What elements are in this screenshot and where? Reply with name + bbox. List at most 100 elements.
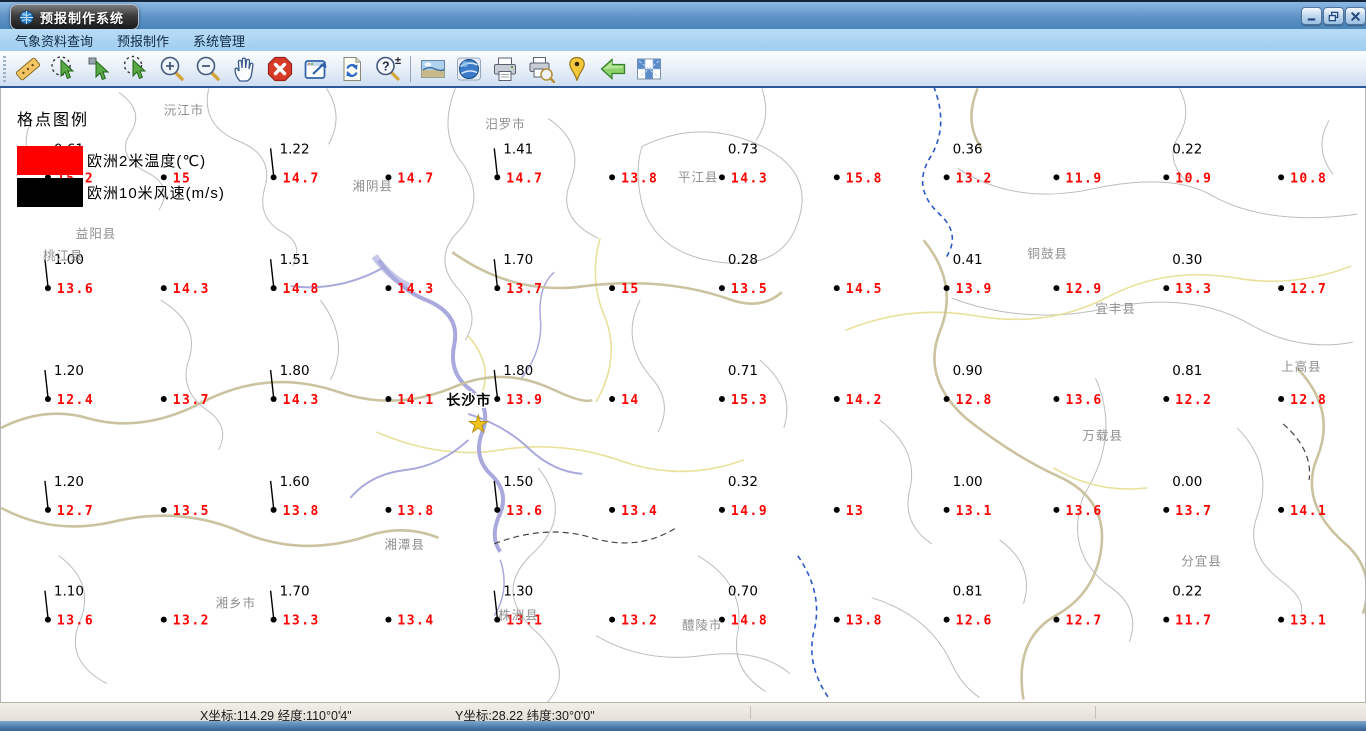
wind-barb xyxy=(44,369,49,398)
full-extent-window-icon xyxy=(304,59,327,79)
wind-speed-value: 0.00 xyxy=(1172,474,1202,490)
print-preview-icon xyxy=(529,56,555,83)
status-separator xyxy=(750,706,751,719)
refresh-page-icon xyxy=(343,56,361,81)
cancel-stop-button[interactable] xyxy=(262,53,298,85)
temperature-value: 14.7 xyxy=(283,171,320,186)
close-icon xyxy=(1351,11,1360,21)
select-arrow-button[interactable] xyxy=(82,53,118,85)
wind-speed-value: 1.50 xyxy=(503,474,533,490)
temperature-value: 11.9 xyxy=(1065,171,1102,186)
station-dot xyxy=(1053,285,1060,292)
grid-station: 15.8 xyxy=(833,171,881,186)
grid-station: 13.1 1.00 xyxy=(943,474,991,519)
temperature-value: 13.9 xyxy=(956,282,993,297)
grid-station: 12.7 xyxy=(1278,282,1326,297)
map-canvas[interactable]: 15.20.611514.71.2214.714.71.4113.814.30.… xyxy=(0,88,1366,702)
grid-station: 13.4 xyxy=(609,504,657,519)
wind-speed-value: 1.20 xyxy=(54,363,84,379)
station-dot xyxy=(943,506,950,513)
temperature-value: 13.5 xyxy=(173,504,210,519)
location-pin-button[interactable] xyxy=(559,53,595,85)
menu-forecast-production[interactable]: 预报制作 xyxy=(105,31,181,50)
city-label: 分宜县 xyxy=(1181,554,1221,569)
station-dot xyxy=(385,616,392,623)
restore-button[interactable] xyxy=(1323,7,1344,25)
select-lasso-button[interactable] xyxy=(118,53,154,85)
wind-speed-value: 0.36 xyxy=(953,141,983,157)
grid-station: 14.1 xyxy=(1278,504,1326,519)
insert-image-icon xyxy=(421,59,445,78)
grid-station: 13.8 1.60 xyxy=(269,474,318,519)
station-dot xyxy=(44,285,51,292)
wind-speed-value: 0.71 xyxy=(728,363,758,379)
temperature-value: 13.2 xyxy=(621,614,658,629)
zoom-in-button[interactable] xyxy=(154,53,190,85)
wind-speed-value: 0.90 xyxy=(953,363,983,379)
identify-query-icon: ± ? xyxy=(376,55,401,81)
menu-system-management[interactable]: 系统管理 xyxy=(181,31,257,50)
cancel-stop-icon xyxy=(267,56,293,81)
station-dot xyxy=(609,616,616,623)
grid-station: 12.8 xyxy=(1278,393,1326,408)
grid-station: 13.2 0.36 xyxy=(943,141,991,186)
grid-tiles-button[interactable] xyxy=(631,53,667,85)
capital-city-label: 长沙市 xyxy=(446,392,491,409)
grid-station: 13.7 xyxy=(160,393,208,408)
grid-station: 11.9 xyxy=(1053,171,1102,186)
app-title-tab[interactable]: 预报制作系统 xyxy=(10,4,140,30)
station-dot xyxy=(1278,395,1285,402)
grid-station: 13.1 xyxy=(1278,614,1327,629)
wind-speed-value: 0.30 xyxy=(1172,252,1202,268)
minimize-button[interactable] xyxy=(1301,7,1322,25)
pan-hand-button[interactable] xyxy=(226,53,262,85)
bottom-strip xyxy=(0,721,1366,731)
identify-query-button[interactable]: ± ? xyxy=(370,53,406,85)
full-extent-window-button[interactable] xyxy=(298,53,334,85)
select-by-circle-button[interactable] xyxy=(46,53,82,85)
back-arrow-button[interactable] xyxy=(595,53,631,85)
legend-title: 格点图例 xyxy=(17,112,90,129)
temperature-value: 14.3 xyxy=(731,171,768,186)
legend-swatch-temperature xyxy=(17,145,83,175)
toolbar-grip[interactable] xyxy=(3,55,6,82)
refresh-page-button[interactable] xyxy=(334,53,370,85)
temperature-value: 13.6 xyxy=(57,614,94,629)
station-dot xyxy=(494,285,501,292)
wind-speed-value: 0.41 xyxy=(953,252,983,268)
city-label: 万载县 xyxy=(1082,428,1122,443)
temperature-value: 13 xyxy=(846,504,865,519)
grid-station: 13.6 xyxy=(1053,393,1101,408)
globe-layer-button[interactable] xyxy=(451,53,487,85)
close-button[interactable] xyxy=(1345,7,1366,25)
city-label: 株洲县 xyxy=(498,608,538,623)
location-pin-icon xyxy=(569,56,585,81)
station-dot xyxy=(270,616,277,623)
station-dot xyxy=(270,395,277,402)
temperature-value: 13.1 xyxy=(1290,614,1327,629)
print-button[interactable] xyxy=(487,53,523,85)
wind-barb xyxy=(269,259,275,287)
select-lasso-icon xyxy=(123,55,147,79)
temperature-value: 14.7 xyxy=(397,171,434,186)
application-window: 预报制作系统 气象资料查询 预报制作 系统管理 ± ? 15 14.7 1.22… xyxy=(0,0,1366,731)
wind-speed-value: 0.28 xyxy=(728,252,758,268)
print-preview-button[interactable] xyxy=(523,53,559,85)
station-dot xyxy=(718,285,725,292)
temperature-value: 10.9 xyxy=(1175,171,1212,186)
grid-station: 10.8 xyxy=(1278,171,1326,186)
wind-speed-value: 1.60 xyxy=(280,474,310,490)
station-dot xyxy=(44,506,51,513)
zoom-out-button[interactable] xyxy=(190,53,226,85)
ruler-measure-button[interactable] xyxy=(10,53,46,85)
insert-image-button[interactable] xyxy=(415,53,451,85)
station-dot xyxy=(1278,616,1285,623)
station-dot xyxy=(609,506,616,513)
restore-icon xyxy=(1328,11,1339,21)
menu-weather-data-query[interactable]: 气象资料查询 xyxy=(3,31,105,50)
select-by-circle-icon xyxy=(51,55,75,79)
station-dot xyxy=(1163,616,1170,623)
temperature-value: 13.8 xyxy=(621,171,658,186)
station-dot xyxy=(943,616,950,623)
station-dot xyxy=(494,395,501,402)
